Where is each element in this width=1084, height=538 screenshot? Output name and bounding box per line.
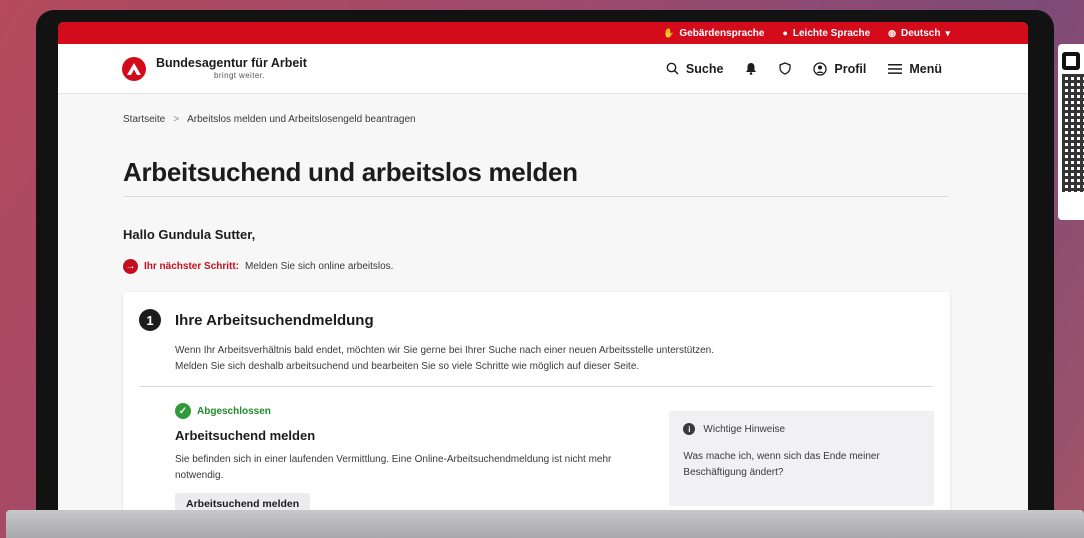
menu-button[interactable]: Menü [888,62,942,76]
shield-icon [779,62,792,75]
globe-icon: ◍ [888,27,897,38]
language-select[interactable]: ◍ Deutsch ▾ [888,28,950,39]
qr-corner [1062,52,1080,70]
sign-language-icon: ✋ [663,27,675,38]
status-badge: ✓ Abgeschlossen [175,403,639,419]
step-card-description-line: Melden Sie sich deshalb arbeitsuchend un… [175,361,640,372]
task-title: Arbeitsuchend melden [175,428,316,443]
check-circle-icon: ✓ [175,403,191,419]
page-title: Arbeitsuchend und arbeitslos melden [123,157,948,197]
search-icon [666,62,679,75]
hint-title: Wichtige Hinweise [703,423,786,435]
step-card-description: Wenn Ihr Arbeitsverhältnis bald endet, m… [175,343,934,375]
security-button[interactable] [779,62,792,75]
utility-bar: ✋ Gebärdensprache ● Leichte Sprache ◍ De… [58,22,1028,44]
step-number-badge: 1 [139,309,161,331]
divider [139,386,934,387]
arrow-right-icon: → [123,259,138,274]
next-step-label: Ihr nächster Schritt: [144,261,240,272]
site-header: Bundesagentur für Arbeit bringt weiter. … [58,44,1028,94]
qr-pattern [1062,74,1084,192]
task-description: Sie befinden sich in einer laufenden Ver… [175,454,612,481]
chevron-down-icon: ▾ [945,27,950,38]
laptop-base [6,510,1084,538]
main-nav: Suche Profil Menü [666,62,942,76]
search-label: Suche [685,61,724,76]
hint-box: i Wichtige Hinweise Was mache ich, wenn … [669,411,934,506]
step-card: 1 Ihre Arbeitsuchendmeldung Wenn Ihr Arb… [123,292,950,522]
hint-header: i Wichtige Hinweise [683,423,920,435]
easy-language-icon: ● [782,28,788,38]
breadcrumb-separator: > [173,114,180,125]
logo-title: Bundesagentur für Arbeit [156,56,307,71]
browser-screen: ✋ Gebärdensprache ● Leichte Sprache ◍ De… [58,22,1028,522]
step-card-body: ✓ Abgeschlossen Arbeitsuchend melden Sie… [139,403,934,515]
search-button[interactable]: Suche [666,61,724,76]
logo[interactable]: Bundesagentur für Arbeit bringt weiter. [156,57,307,80]
profile-label: Profil [834,61,867,76]
language-label: Deutsch [901,27,941,39]
step-card-header: 1 Ihre Arbeitsuchendmeldung [139,309,934,331]
next-step-notice[interactable]: → Ihr nächster Schritt: Melden Sie sich … [123,259,948,274]
bell-icon [746,63,757,75]
sign-language-link[interactable]: ✋ Gebärdensprache [663,28,764,39]
menu-label: Menü [909,61,942,76]
logo-icon[interactable] [122,56,146,81]
step-card-title: Ihre Arbeitsuchendmeldung [175,311,374,329]
easy-language-link[interactable]: ● Leichte Sprache [782,28,870,39]
main-content: Startseite > Arbeitslos melden und Arbei… [58,114,1028,522]
task-section: ✓ Abgeschlossen Arbeitsuchend melden Sie… [175,403,639,515]
hamburger-icon [888,63,903,74]
logo-subtitle: bringt weiter. [214,70,265,80]
info-icon: i [683,423,696,435]
breadcrumb-current: Arbeitslos melden und Arbeitslosengeld b… [187,114,416,125]
greeting: Hallo Gundula Sutter, [123,227,256,242]
step-card-description-line: Wenn Ihr Arbeitsverhältnis bald endet, m… [175,345,715,356]
breadcrumb-home[interactable]: Startseite [123,114,165,125]
profile-button[interactable]: Profil [813,62,866,76]
hint-link[interactable]: Was mache ich, wenn sich das Ende meiner… [683,449,920,481]
user-icon [813,61,828,76]
sign-language-label: Gebärdensprache [679,27,765,39]
notifications-button[interactable] [745,62,757,75]
qr-code [1058,44,1084,220]
status-label: Abgeschlossen [197,405,271,417]
next-step-text: Melden Sie sich online arbeitslos. [245,261,394,272]
easy-language-label: Leichte Sprache [792,27,871,39]
breadcrumb: Startseite > Arbeitslos melden und Arbei… [123,114,948,125]
